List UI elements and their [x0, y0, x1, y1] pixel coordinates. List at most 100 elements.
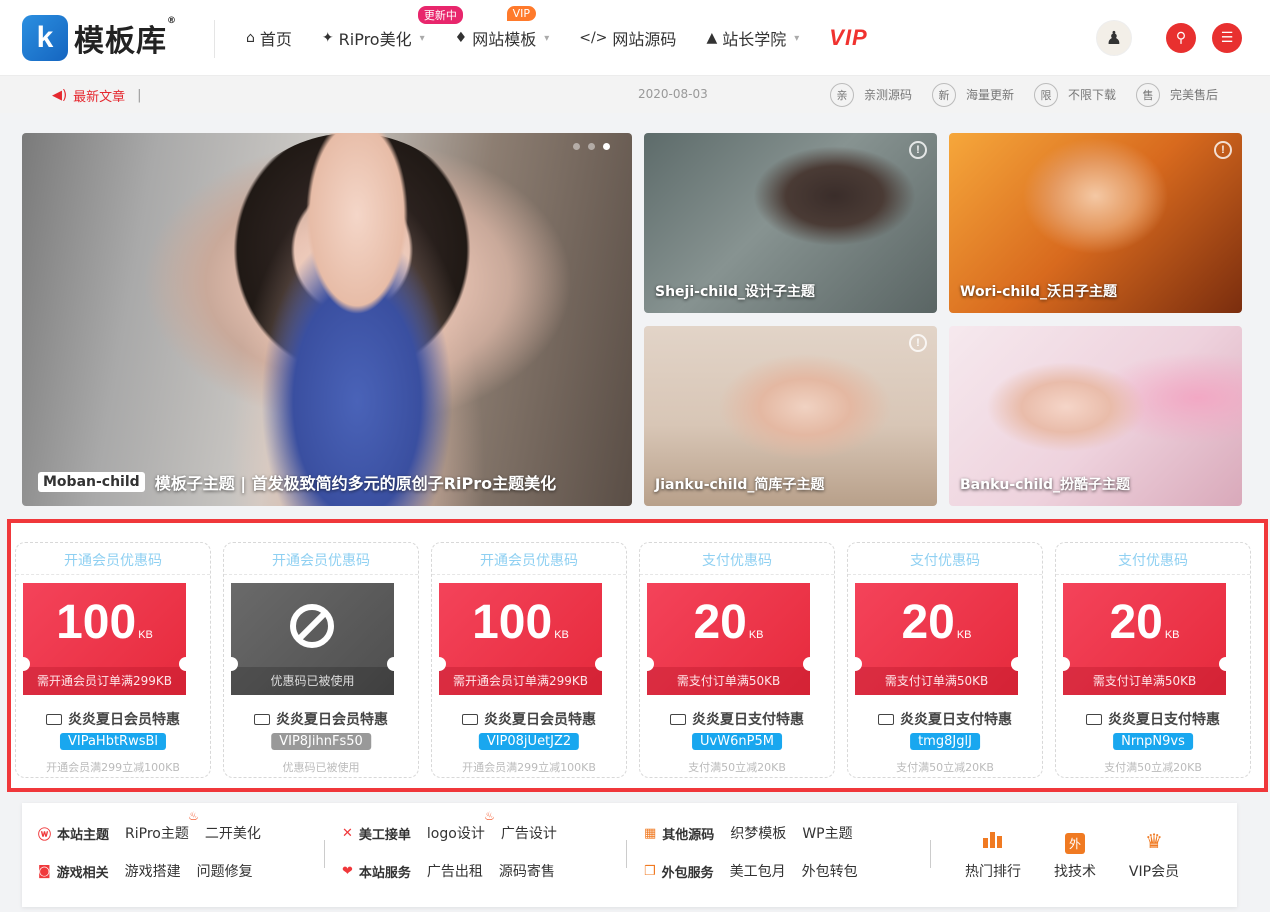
coupon-unit: KB [748, 629, 764, 641]
quick-row: ⓦ 本站主题 RiPro主题 ♨ 二开美化 [38, 809, 277, 843]
tools-icon: ✕ [342, 825, 353, 841]
slide-caption[interactable]: Moban-child 模板子主题 | 首发极致简约多元的原创子RiPro主题美… [38, 470, 556, 494]
nav-ripro[interactable]: ✦ RiPro美化 ▾ 更新中 [322, 6, 463, 50]
feature-label: 不限下载 [1068, 88, 1117, 102]
quick-row: ❤ 本站服务 广告出租 源码寄售 [342, 861, 571, 881]
coupon-desc: 支付满50立减20KB [1104, 761, 1202, 774]
avatar[interactable]: ♟ [1096, 20, 1132, 56]
code-icon: </> [579, 30, 608, 46]
quick-heading: 其他源码 [662, 827, 715, 843]
quick-link[interactable]: WP主题 [802, 823, 852, 843]
quick-link[interactable]: 问题修复 [197, 861, 253, 881]
hot-ranking-link[interactable]: 热门排行 [958, 829, 1028, 881]
feature-badge: 新 [932, 82, 957, 107]
feature-card[interactable]: ! Wori-child_沃日子主题 [949, 133, 1242, 313]
card-caption: Jianku-child_简库子主题 [655, 477, 825, 493]
coupon-code[interactable]: VIPaHbtRwsBl [59, 733, 167, 750]
wordpress-icon: ⓦ [38, 827, 52, 843]
coupon-name: 炎炎夏日支付特惠 [692, 712, 804, 728]
ticket-notch [432, 657, 446, 671]
coupon-divider [1056, 574, 1250, 575]
main-nav: ⌂ 首页 ✦ RiPro美化 ▾ 更新中 ♦ 网站模板 ▾ VIP </> 网站… [246, 0, 898, 76]
nav-home-label: 首页 [259, 30, 292, 49]
crown-icon: ♛ [1145, 829, 1163, 853]
chevron-down-icon: ▾ [794, 32, 800, 44]
nav-source[interactable]: </> 网站源码 [579, 26, 676, 50]
chevron-down-icon: ▾ [544, 32, 550, 44]
quick-link[interactable]: 外包转包 [802, 861, 858, 881]
coupon-name: 炎炎夏日会员特惠 [68, 712, 180, 728]
quick-link[interactable]: 广告出租 [427, 861, 483, 881]
feature-card[interactable]: ! Sheji-child_设计子主题 [644, 133, 937, 313]
vip-member-link[interactable]: ♛ VIP会员 [1119, 829, 1189, 881]
coupon-desc: 支付满50立减20KB [688, 761, 786, 774]
quick-icon-label: 热门排行 [965, 864, 1021, 880]
info-icon[interactable]: ! [909, 141, 927, 159]
quick-link[interactable]: 广告设计 [501, 823, 557, 843]
feature-item: 新海量更新 [932, 82, 1014, 107]
feature-label: 完美售后 [1170, 88, 1219, 102]
coupon-code[interactable]: tmg8JglJ [910, 733, 980, 750]
site-logo[interactable]: k 模板库® [22, 14, 182, 62]
slider-dot-active[interactable] [603, 143, 610, 150]
latest-articles[interactable]: ◀) 最新文章 | [52, 86, 141, 105]
notice-separator: | [137, 88, 142, 103]
search-button[interactable]: ⚲ [1166, 23, 1196, 53]
nav-home[interactable]: ⌂ 首页 [246, 26, 292, 50]
feature-badge: 亲 [830, 82, 854, 107]
coupon-code[interactable]: VIP08jUetJZ2 [478, 733, 580, 750]
coupon-condition: 需开通会员订单满299KB [23, 667, 186, 695]
quick-link[interactable]: logo设计 ♨ [427, 809, 495, 843]
coupon-amount: 100 [472, 596, 553, 649]
quick-link[interactable]: 织梦模板 [730, 823, 786, 843]
notice-bar: ◀) 最新文章 | 2020-08-03 亲亲测源码 新海量更新 限不限下载 售… [0, 76, 1270, 113]
slider-dot[interactable] [588, 143, 595, 150]
feature-item: 限不限下载 [1034, 82, 1117, 107]
slider-dot[interactable] [573, 143, 580, 150]
quick-icon-label: 找技术 [1054, 864, 1096, 880]
coupon-condition: 需支付订单满50KB [647, 667, 810, 695]
coupon-card[interactable]: 开通会员优惠码 100 KB 需开通会员订单满299KB 炎炎夏日会员特惠 VIP… [431, 542, 627, 778]
quick-heading: 本站主题 [57, 827, 110, 843]
nav-templates[interactable]: ♦ 网站模板 ▾ VIP [455, 6, 550, 50]
info-icon[interactable]: ! [1214, 141, 1232, 159]
quick-link[interactable]: 游戏搭建 [125, 861, 181, 881]
heart-hand-icon: ❤ [342, 863, 353, 879]
quick-link[interactable]: RiPro主题 ♨ [125, 809, 199, 843]
info-icon[interactable]: ! [909, 334, 927, 352]
coupon-name: 炎炎夏日支付特惠 [1108, 712, 1220, 728]
coupon-card-used[interactable]: 开通会员优惠码 优惠码已被使用 炎炎夏日会员特惠 VIP8JihnFs50 优惠… [223, 542, 419, 778]
hero-slider[interactable]: Moban-child 模板子主题 | 首发极致简约多元的原创子RiPro主题美… [22, 133, 632, 506]
coupon-unit: KB [138, 629, 153, 641]
quick-link[interactable]: 二开美化 [205, 823, 261, 843]
feature-label: 亲测源码 [864, 88, 913, 102]
coupon-code[interactable]: VIP8JihnFs50 [271, 733, 371, 750]
logo-mark: k [22, 15, 68, 61]
quick-link[interactable]: 源码寄售 [499, 861, 555, 881]
coupon-code[interactable]: NrnpN9vs [1113, 733, 1193, 750]
coupon-title: 支付优惠码 [702, 553, 772, 569]
menu-button[interactable]: ☰ [1212, 23, 1242, 53]
quick-row: ✕ 美工接单 logo设计 ♨ 广告设计 [342, 809, 573, 843]
feature-item: 售完美售后 [1136, 82, 1219, 107]
coupon-card[interactable]: 开通会员优惠码 100 KB 需开通会员订单满299KB 炎炎夏日会员特惠 VIP… [15, 542, 211, 778]
notice-date: 2020-08-03 [638, 87, 708, 101]
coupon-unit: KB [956, 629, 972, 641]
find-tech-link[interactable]: 外 找技术 [1040, 829, 1110, 881]
nav-vip[interactable]: VIP [829, 25, 867, 51]
coupon-divider [848, 574, 1042, 575]
coupon-condition: 需支付订单满50KB [1063, 667, 1226, 695]
home-icon: ⌂ [246, 30, 255, 46]
search-icon: ⚲ [1175, 30, 1187, 46]
coupon-ticket: 100 KB 需开通会员订单满299KB [432, 583, 609, 695]
coupon-code[interactable]: UvW6nP5M [692, 733, 782, 750]
nav-academy[interactable]: ▲ 站长学院 ▾ [706, 26, 799, 50]
feature-card[interactable]: Banku-child_扮酷子主题 [949, 326, 1242, 506]
coupon-card[interactable]: 支付优惠码 20 KB 需支付订单满50KB 炎炎夏日支付特惠 tmg8JglJ … [847, 542, 1043, 778]
quick-link[interactable]: 美工包月 [730, 861, 786, 881]
coupon-card[interactable]: 支付优惠码 20 KB 需支付订单满50KB 炎炎夏日支付特惠 NrnpN9vs … [1055, 542, 1251, 778]
feature-card[interactable]: ! Jianku-child_简库子主题 [644, 326, 937, 506]
feature-badge: 限 [1034, 82, 1059, 107]
coupon-card[interactable]: 支付优惠码 20 KB 需支付订单满50KB 炎炎夏日支付特惠 UvW6nP5M … [639, 542, 835, 778]
box-icon: ❒ [644, 863, 656, 879]
